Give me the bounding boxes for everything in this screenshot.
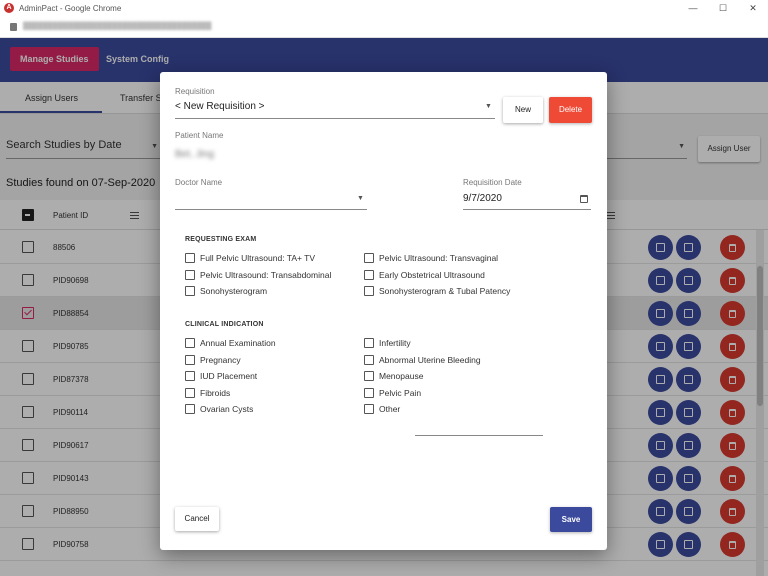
checkbox-box[interactable] [364, 269, 374, 280]
option-checkbox[interactable]: Annual Examination [185, 337, 276, 349]
option-checkbox[interactable]: Ovarian Cysts [185, 403, 253, 415]
patient-name-label: Patient Name [175, 131, 224, 140]
window-title: AdminPact - Google Chrome [19, 3, 122, 13]
requesting-exam-heading: REQUESTING EXAM [185, 236, 257, 243]
requisition-label: Requisition [175, 87, 215, 96]
checkbox-box[interactable] [364, 371, 374, 381]
new-requisition-button[interactable]: New [503, 97, 543, 123]
doctor-name-label: Doctor Name [175, 178, 223, 187]
requisition-date-underline [463, 209, 591, 210]
checkbox-box[interactable] [185, 286, 195, 296]
checkbox-box[interactable] [364, 338, 374, 348]
option-label: Ovarian Cysts [200, 404, 254, 414]
option-checkbox[interactable]: IUD Placement [185, 370, 257, 382]
option-checkbox[interactable]: Other [364, 403, 400, 415]
checkbox-box[interactable] [364, 387, 374, 398]
checkbox-box[interactable] [185, 371, 195, 381]
doctor-name-underline [175, 209, 367, 210]
option-checkbox[interactable]: Pelvic Pain [364, 387, 421, 399]
checkbox-box[interactable] [364, 354, 374, 365]
other-indication-input[interactable] [415, 420, 543, 434]
option-label: Other [379, 404, 401, 414]
option-checkbox[interactable]: Fibroids [185, 387, 230, 399]
requisition-date-input[interactable]: 9/7/2020 [463, 193, 502, 204]
checkbox-box[interactable] [185, 269, 195, 280]
chevron-down-icon[interactable]: ▼ [357, 195, 364, 202]
option-label: Full Pelvic Ultrasound: TA+ TV [200, 253, 316, 263]
option-checkbox[interactable]: Abnormal Uterine Bleeding [364, 354, 481, 366]
option-label: Pregnancy [200, 354, 241, 365]
calendar-icon[interactable] [580, 195, 588, 203]
option-label: Fibroids [200, 387, 231, 398]
option-label: Sonohysterogram & Tubal Patency [379, 286, 511, 296]
option-checkbox[interactable]: Full Pelvic Ultrasound: TA+ TV [185, 252, 315, 264]
delete-requisition-button[interactable]: Delete [549, 97, 592, 123]
option-checkbox[interactable]: Sonohysterogram [185, 285, 267, 297]
option-label: Annual Examination [200, 338, 276, 348]
checkbox-box[interactable] [185, 387, 195, 398]
cancel-button[interactable]: Cancel [175, 507, 219, 531]
other-indication-underline [415, 435, 543, 436]
clinical-indication-heading: CLINICAL INDICATION [185, 321, 264, 328]
requisition-underline [175, 118, 495, 119]
checkbox-box[interactable] [185, 338, 195, 348]
option-checkbox[interactable]: Infertility [364, 337, 411, 349]
address-bar[interactable]: ██████████████████████████████████████ [0, 16, 768, 38]
requisition-dialog: Requisition < New Requisition > ▼ New De… [160, 72, 607, 550]
option-checkbox[interactable]: Pregnancy [185, 354, 241, 366]
patient-name-value: Bet, Jing [175, 149, 214, 160]
lock-icon [10, 22, 17, 31]
option-checkbox[interactable]: Sonohysterogram & Tubal Patency [364, 285, 510, 297]
option-label: Abnormal Uterine Bleeding [379, 354, 481, 365]
checkbox-box[interactable] [364, 286, 374, 296]
option-checkbox[interactable]: Pelvic Ultrasound: Transabdominal [185, 269, 331, 281]
checkbox-box[interactable] [185, 253, 195, 263]
checkbox-box[interactable] [364, 404, 374, 414]
option-label: Early Obstetrical Ultrasound [379, 269, 485, 280]
maximize-icon[interactable]: ☐ [708, 0, 738, 16]
chevron-down-icon[interactable]: ▼ [485, 103, 492, 110]
option-label: Pelvic Ultrasound: Transabdominal [200, 269, 332, 280]
window-controls: — ☐ ✕ [678, 0, 768, 16]
option-label: Infertility [379, 338, 411, 348]
option-checkbox[interactable]: Menopause [364, 370, 423, 382]
option-label: Pelvic Pain [379, 387, 422, 398]
option-label: Pelvic Ultrasound: Transvaginal [379, 253, 499, 263]
checkbox-box[interactable] [185, 354, 195, 365]
close-icon[interactable]: ✕ [738, 0, 768, 16]
checkbox-box[interactable] [185, 404, 195, 414]
app-logo-icon: A [4, 3, 14, 13]
minimize-icon[interactable]: — [678, 0, 708, 16]
checkbox-box[interactable] [364, 253, 374, 263]
browser-titlebar: A AdminPact - Google Chrome — ☐ ✕ [0, 0, 768, 16]
option-label: IUD Placement [200, 371, 258, 381]
option-label: Menopause [379, 371, 424, 381]
option-checkbox[interactable]: Early Obstetrical Ultrasound [364, 269, 485, 281]
requisition-select[interactable]: < New Requisition > [175, 101, 265, 112]
save-button[interactable]: Save [550, 507, 592, 532]
option-label: Sonohysterogram [200, 286, 268, 296]
option-checkbox[interactable]: Pelvic Ultrasound: Transvaginal [364, 252, 498, 264]
requisition-date-label: Requisition Date [463, 178, 522, 187]
url-text-redacted: ██████████████████████████████████████ [23, 23, 212, 30]
